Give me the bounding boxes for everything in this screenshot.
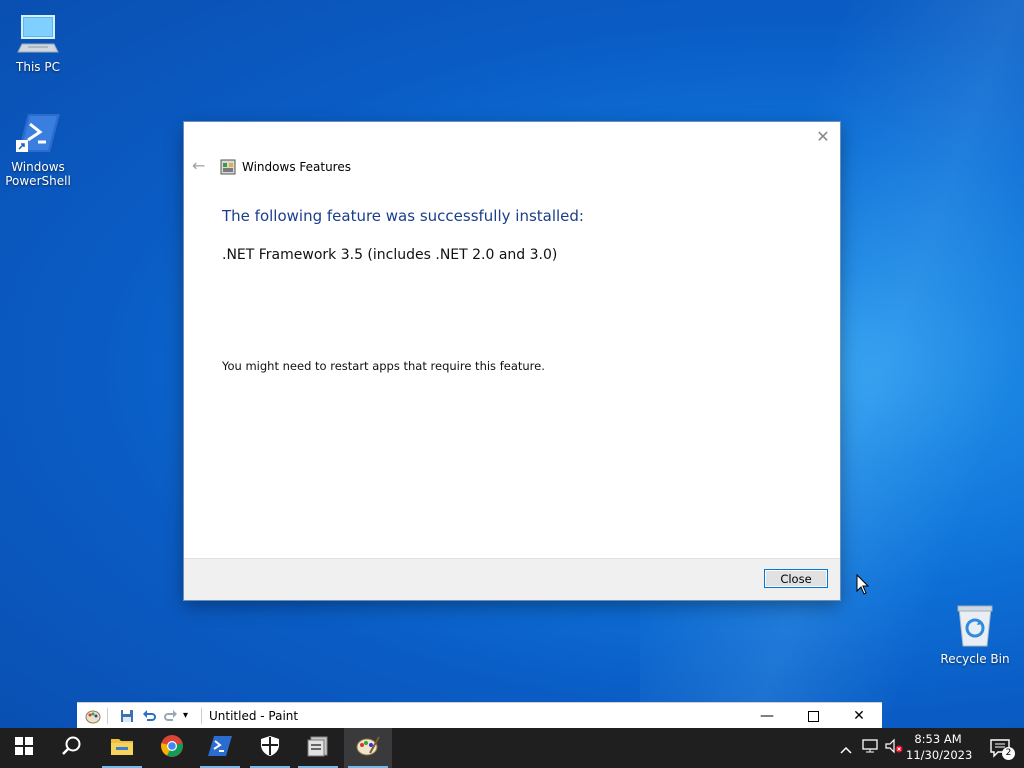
quick-access-divider [107,708,108,724]
recycle-bin-icon [951,602,999,650]
chevron-up-icon [840,739,852,758]
paint-window-titlebar[interactable]: ▾ Untitled - Paint — ✕ [77,702,882,729]
title-divider [201,708,202,724]
volume-muted-icon [884,738,904,758]
taskbar-windows-features[interactable] [294,728,342,768]
desktop-icon-recycle-bin[interactable]: Recycle Bin [937,602,1013,666]
taskbar-paint[interactable] [344,728,392,768]
save-icon[interactable] [119,708,135,724]
dialog-footer: Close [184,558,840,600]
dialog-close-x-button[interactable]: ✕ [814,128,832,146]
search-button[interactable] [48,728,96,768]
clock-date: 11/30/2023 [906,748,973,762]
mouse-cursor-icon [856,573,870,600]
search-icon [61,735,83,761]
installed-feature-name: .NET Framework 3.5 (includes .NET 2.0 an… [222,247,558,263]
chrome-icon [160,734,184,762]
desktop-icon-label: Recycle Bin [940,652,1010,666]
notification-icon: 2 [989,738,1015,760]
windows-logo-icon [15,737,33,759]
clock-time: 8:53 AM [914,732,962,746]
network-icon [861,738,879,758]
notification-count-badge: 2 [1002,747,1015,760]
restart-note: You might need to restart apps that requ… [222,359,545,373]
network-tray-icon[interactable] [858,728,882,768]
customize-dropdown-icon[interactable]: ▾ [183,708,188,724]
show-hidden-icons-button[interactable] [834,728,858,768]
desktop-icon-label: Windows PowerShell [5,160,71,188]
taskbar-chrome[interactable] [148,728,196,768]
taskbar-file-explorer[interactable] [98,728,146,768]
system-clock[interactable]: 8:53 AM 11/30/2023 [906,732,973,762]
dialog-heading: The following feature was successfully i… [222,207,584,225]
desktop-icon-this-pc[interactable]: This PC [0,10,76,74]
taskbar-windows-security[interactable] [246,728,294,768]
minimize-button[interactable]: — [744,703,790,729]
shield-icon [260,735,280,761]
desktop-icon-label: This PC [16,60,60,74]
folder-icon [110,736,134,760]
paint-window-title: Untitled - Paint [209,709,299,723]
features-icon [306,735,330,761]
close-button[interactable]: Close [764,569,828,588]
paint-app-icon [85,708,101,724]
back-arrow-icon[interactable]: ← [192,158,208,174]
action-center-button[interactable]: 2 [976,728,1024,768]
maximize-button[interactable] [790,703,836,729]
undo-icon[interactable] [141,708,157,724]
taskbar: 8:53 AM 11/30/2023 2 [0,728,1024,768]
close-window-button[interactable]: ✕ [836,703,882,729]
paint-icon [356,735,380,761]
volume-tray-icon[interactable] [882,728,906,768]
taskbar-powershell[interactable] [196,728,244,768]
powershell-icon [14,110,62,158]
dialog-title: Windows Features [242,160,351,174]
dialog-titlebar: Windows Features [220,158,351,176]
windows-features-dialog: ✕ ← Windows Features The following featu… [184,122,840,600]
windows-features-icon [220,159,236,175]
this-pc-icon [14,10,62,58]
powershell-icon [208,735,232,761]
desktop-icon-powershell[interactable]: Windows PowerShell [0,110,76,188]
start-button[interactable] [0,728,48,768]
redo-icon[interactable] [163,708,179,724]
